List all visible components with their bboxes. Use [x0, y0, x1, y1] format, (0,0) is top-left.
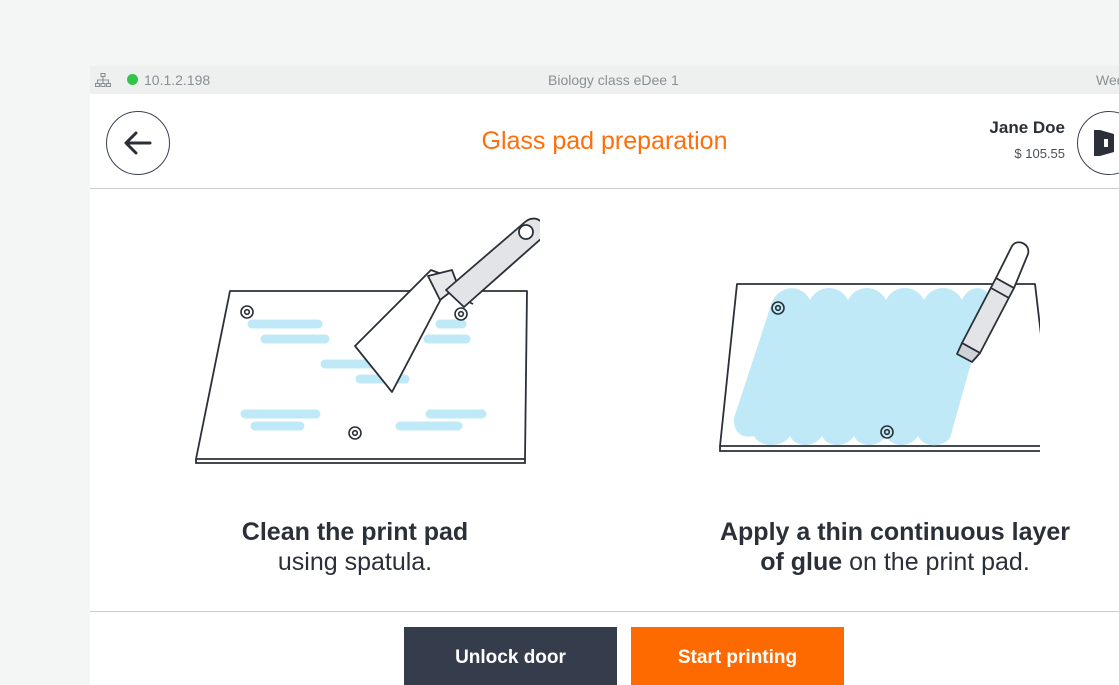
logout-door-icon	[1094, 130, 1114, 156]
unlock-door-button[interactable]: Unlock door	[404, 627, 617, 685]
user-name: Jane Doe	[989, 118, 1065, 137]
start-printing-button[interactable]: Start printing	[631, 627, 844, 685]
header: Glass pad preparation Jane Doe $ 105.55	[90, 94, 1119, 189]
day-label: Wed	[1096, 72, 1119, 88]
ip-address: 10.1.2.198	[144, 72, 211, 88]
connection-status-dot	[127, 74, 138, 85]
page-title: Glass pad preparation	[481, 127, 728, 155]
app-screen: 10.1.2.198 Biology class eDee 1 Wed Glas…	[90, 66, 1119, 685]
footer-divider	[90, 611, 1119, 612]
user-balance: $ 105.55	[1014, 146, 1065, 161]
step-2-text: on the print pad.	[842, 548, 1030, 576]
step-1-caption: Clean the print pad using spatula.	[190, 517, 520, 577]
step-2-bold-line2: of glue	[760, 548, 843, 576]
step-1-text: using spatula.	[277, 548, 433, 576]
dirty-glass-pad	[195, 290, 528, 464]
class-name: Biology class eDee 1	[548, 72, 679, 88]
glue-stick-illustration	[719, 241, 1040, 452]
logout-button[interactable]	[1077, 111, 1119, 175]
spatula-cleaning-illustration	[195, 217, 540, 464]
step-2-bold-line1: Apply a thin continuous layer	[719, 518, 1071, 546]
step-1-bold: Clean the print pad	[241, 518, 469, 546]
status-bar: 10.1.2.198 Biology class eDee 1 Wed	[90, 66, 1119, 94]
step-2-caption: Apply a thin continuous layer of glue on…	[680, 517, 1110, 577]
network-icon	[95, 73, 111, 87]
